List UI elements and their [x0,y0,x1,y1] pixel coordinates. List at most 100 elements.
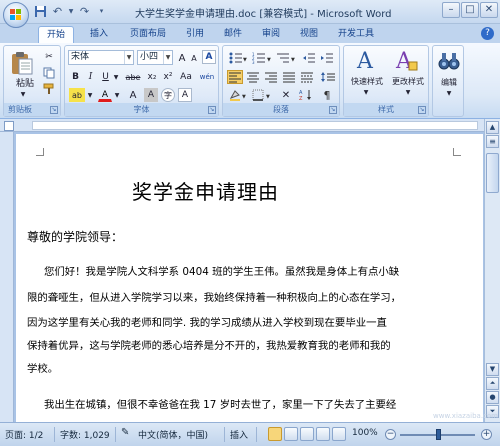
tab-developer[interactable]: 开发工具 [332,26,380,43]
chinese-layout-icon[interactable]: ✕ [277,88,295,102]
clipboard-launcher-icon[interactable]: ↘ [50,106,58,114]
horizontal-ruler[interactable] [0,119,484,132]
subscript-button[interactable]: x₂ [145,70,159,84]
tab-references[interactable]: 引用 [180,26,210,43]
draft-view-icon[interactable] [332,427,346,441]
tab-page-layout[interactable]: 页面布局 [124,26,172,43]
print-layout-view-icon[interactable] [268,427,282,441]
quick-styles-icon[interactable]: A [356,48,378,74]
save-icon[interactable] [34,5,47,18]
outline-view-icon[interactable] [316,427,330,441]
scroll-thumb[interactable] [486,153,499,193]
office-button[interactable] [3,2,29,28]
align-right-icon[interactable] [263,70,279,84]
font-size-dropdown-icon[interactable]: ▼ [163,51,172,64]
grow-font-2-button[interactable]: A [125,88,141,102]
phonetic-guide-button[interactable]: wén [198,70,216,84]
decrease-indent-icon[interactable] [301,51,317,65]
font-name-combo[interactable]: 宋体 ▼ [68,50,134,65]
cut-icon[interactable]: ✂ [42,50,56,63]
line-spacing-icon[interactable] [319,70,337,84]
align-center-icon[interactable] [245,70,261,84]
underline-dropdown-icon[interactable]: ▼ [112,70,120,84]
styles-launcher-icon[interactable]: ↘ [418,106,426,114]
scroll-down-arrow-icon[interactable]: ▼ [486,363,499,376]
zoom-in-icon[interactable]: + [481,429,492,440]
numbering-icon[interactable]: 1 2 3 ▼ [251,51,273,65]
italic-button[interactable]: I [84,70,97,84]
enclose-characters-button[interactable]: 字 [161,88,175,102]
multilevel-list-icon[interactable]: ▼ [275,51,297,65]
change-styles-icon[interactable]: A [394,48,418,74]
show-marks-icon[interactable]: ¶ [319,88,335,102]
strikethrough-button[interactable]: abe [124,70,142,84]
font-color-dropdown-icon[interactable]: ▼ [113,88,121,102]
tab-home[interactable]: 开始 [38,26,74,43]
paragraph-launcher-icon[interactable]: ↘ [329,106,337,114]
font-launcher-icon[interactable]: ↘ [208,106,216,114]
clear-format-button[interactable]: A [202,50,216,64]
paste-button[interactable]: 粘贴 [14,77,36,90]
format-painter-icon[interactable] [42,82,56,95]
select-browse-object-icon[interactable]: ● [486,391,499,404]
paste-dropdown-icon[interactable]: ▼ [18,90,28,98]
change-styles-button[interactable]: 更改样式 [388,74,428,87]
split-box-icon[interactable]: ≡ [486,135,499,148]
character-shading-button[interactable]: A [144,88,158,102]
borders-icon[interactable]: ▼ [251,88,273,102]
minimize-button[interactable]: – [442,2,460,18]
increase-indent-icon[interactable] [319,51,335,65]
web-layout-view-icon[interactable] [300,427,314,441]
distributed-icon[interactable] [299,70,315,84]
justify-icon[interactable] [281,70,297,84]
undo-dropdown-icon[interactable]: ▼ [68,5,74,18]
tab-review[interactable]: 审阅 [256,26,286,43]
page-number-status[interactable]: 页面: 1/2 [5,428,43,441]
insert-mode-status[interactable]: 插入 [230,428,248,441]
zoom-slider-thumb[interactable] [436,429,441,440]
tab-insert[interactable]: 插入 [82,26,116,43]
undo-icon[interactable]: ↶ [51,5,64,18]
shrink-font-button[interactable]: A [188,51,200,64]
vertical-scrollbar[interactable]: ▲ ≡ ▼ ⏶ ● ⏷ [484,119,500,422]
highlight-dropdown-icon[interactable]: ▼ [86,88,94,102]
previous-page-icon[interactable]: ⏶ [486,377,499,390]
quick-styles-button[interactable]: 快速样式 [347,74,387,87]
zoom-out-icon[interactable]: − [385,429,396,440]
help-icon[interactable]: ? [481,27,494,40]
language-status[interactable]: 中文(简体，中国) [138,428,208,441]
ruler-tab-selector-icon[interactable] [4,121,14,131]
font-name-dropdown-icon[interactable]: ▼ [124,51,133,64]
font-color-button[interactable]: A [98,88,112,102]
font-size-combo[interactable]: 小四 ▼ [137,50,173,65]
grow-font-button[interactable]: A [176,51,188,64]
change-styles-dropdown-icon[interactable]: ▼ [403,87,413,96]
align-left-icon[interactable] [227,70,243,84]
sort-icon[interactable]: AZ [297,88,315,102]
underline-button[interactable]: U [99,70,112,84]
zoom-level[interactable]: 100% [352,428,378,438]
change-case-button[interactable]: Aa [177,70,195,84]
maximize-button[interactable]: □ [461,2,479,18]
redo-icon[interactable]: ↷ [78,5,91,18]
scroll-up-arrow-icon[interactable]: ▲ [486,121,499,134]
editing-dropdown-icon[interactable]: ▼ [444,88,454,97]
quick-styles-dropdown-icon[interactable]: ▼ [361,87,371,96]
shading-icon[interactable]: ▼ [227,88,249,102]
editing-button[interactable]: 编辑 [435,75,463,88]
character-border-button[interactable]: A [178,88,192,102]
paste-icon[interactable] [10,50,34,76]
vertical-ruler[interactable] [0,132,14,422]
full-screen-reading-view-icon[interactable] [284,427,298,441]
bullets-icon[interactable]: ▼ [227,51,249,65]
tab-view[interactable]: 视图 [294,26,324,43]
close-button[interactable]: ✕ [480,2,498,18]
customize-qat-icon[interactable]: ▾ [95,5,108,18]
word-count-status[interactable]: 字数: 1,029 [60,428,110,441]
copy-icon[interactable] [42,66,56,79]
superscript-button[interactable]: x² [161,70,175,84]
highlight-button[interactable]: ab [69,88,85,102]
tab-mailings[interactable]: 邮件 [218,26,248,43]
find-binoculars-icon[interactable] [438,50,460,72]
proofing-icon[interactable]: ✎ [121,427,129,438]
